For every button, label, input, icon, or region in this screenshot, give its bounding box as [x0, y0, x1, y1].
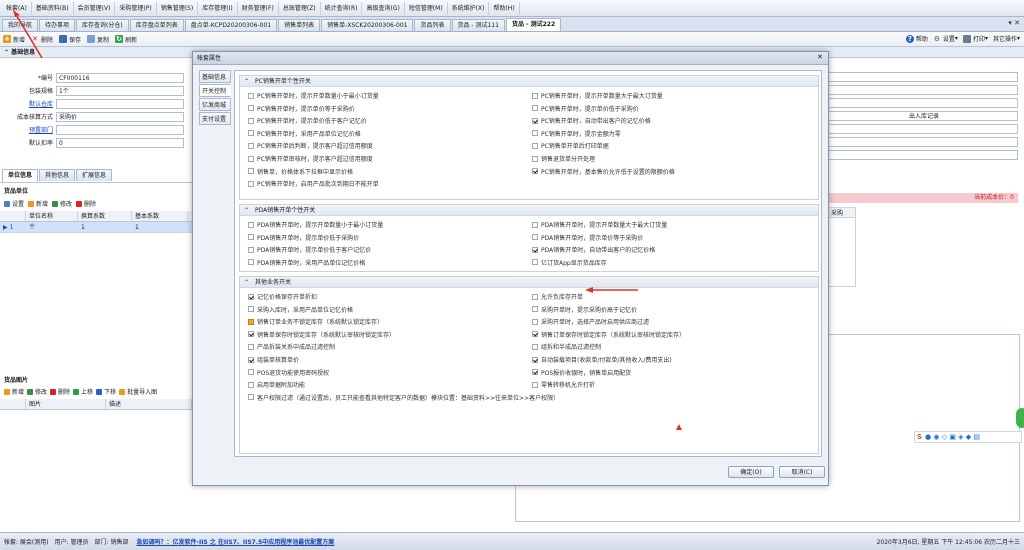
ime-logo-icon: S: [917, 433, 923, 441]
status-news-link[interactable]: 急如调吗？：亿发软件-IIS 之 在IIS7、IIS7.5中应用程序池最优配置方…: [136, 537, 334, 546]
side-widget-icon[interactable]: [1016, 408, 1024, 428]
ime-tools-icon: ● ◉ ◇ ▣ ◈ ◆ ▤: [925, 433, 980, 441]
arrow-annotation-negative-stock: [585, 287, 638, 293]
annotation-arrows: [13, 10, 638, 293]
arrow-annotation-menu: [13, 10, 43, 59]
status-datetime: 2020年3月6日, 星期五 下午 12:45:06 农历二月十三: [876, 539, 1020, 546]
ime-toolbar[interactable]: S ● ◉ ◇ ▣ ◈ ◆ ▤: [914, 431, 1022, 443]
status-bar: 帐套: 展会(测用) 用户: 管理员 部门: 销售部 急如调吗？：亿发软件-II…: [0, 532, 1024, 550]
status-user-info: 帐套: 展会(测用) 用户: 管理员 部门: 销售部: [4, 539, 129, 546]
